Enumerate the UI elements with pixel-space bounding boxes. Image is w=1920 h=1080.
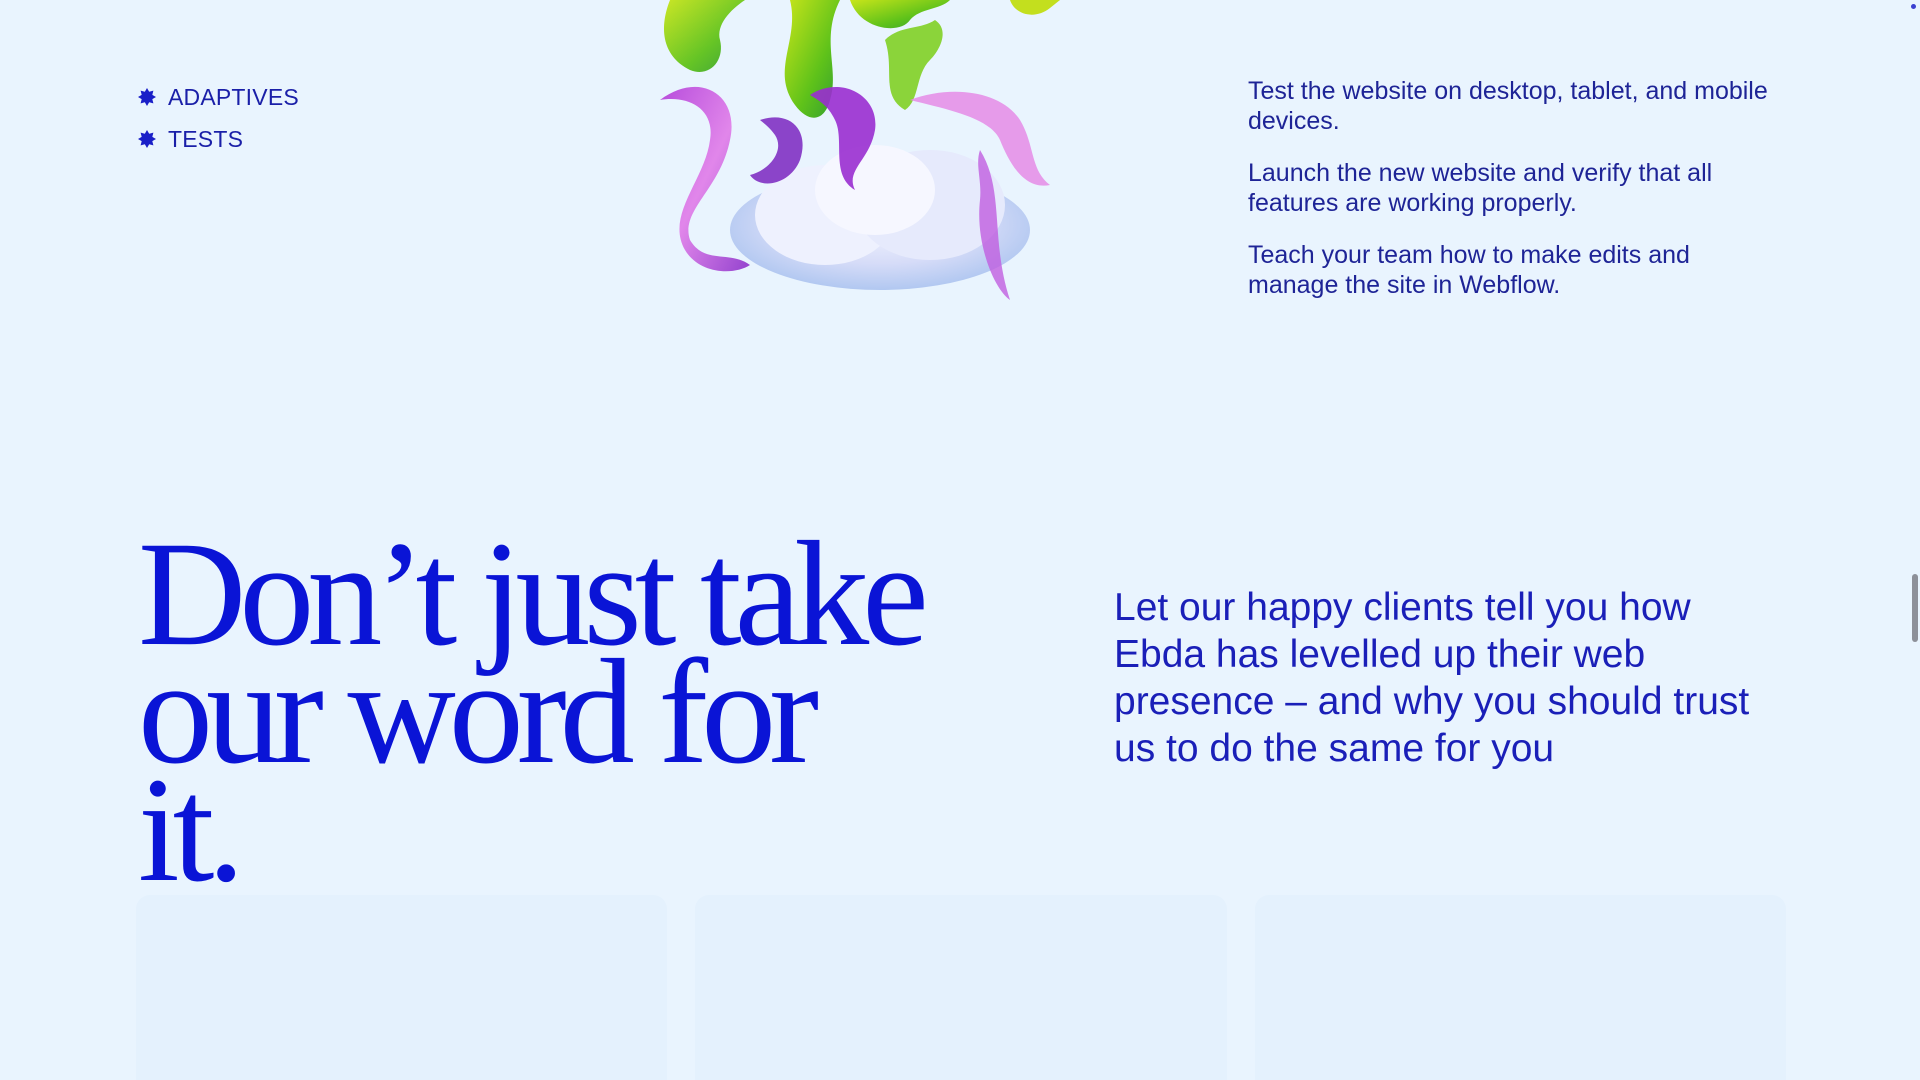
tag-item-tests: TESTS [138, 118, 299, 160]
step-text: Launch the new website and verify that a… [1248, 159, 1713, 217]
starburst-icon [138, 88, 156, 106]
testimonial-card[interactable] [695, 895, 1227, 1080]
process-steps: Test the website on desktop, tablet, and… [1248, 76, 1768, 322]
feature-tag-list: ADAPTIVES TESTS [138, 76, 299, 160]
headline-line: our word for it. [138, 629, 819, 913]
scroll-indicator-dot [1911, 4, 1916, 9]
testimonials-lead: Let our happy clients tell you how Ebda … [1114, 586, 1750, 770]
abstract-3d-sculpture-illustration [660, 0, 1060, 300]
step-text: Teach your team how to make edits and ma… [1248, 241, 1690, 299]
tag-item-adaptives: ADAPTIVES [138, 76, 299, 118]
starburst-icon [138, 130, 156, 148]
testimonials-headline: Don’t just take our word for it. [138, 519, 938, 913]
testimonial-card[interactable] [1254, 895, 1786, 1080]
tag-label: TESTS [168, 125, 244, 152]
page-scrollbar[interactable] [1908, 0, 1920, 1080]
testimonial-card[interactable] [136, 895, 668, 1080]
tag-label: ADAPTIVES [168, 83, 299, 110]
scrollbar-thumb[interactable] [1912, 574, 1918, 642]
step-text: Test the website on desktop, tablet, and… [1248, 77, 1768, 135]
testimonial-cards [136, 895, 1786, 1080]
